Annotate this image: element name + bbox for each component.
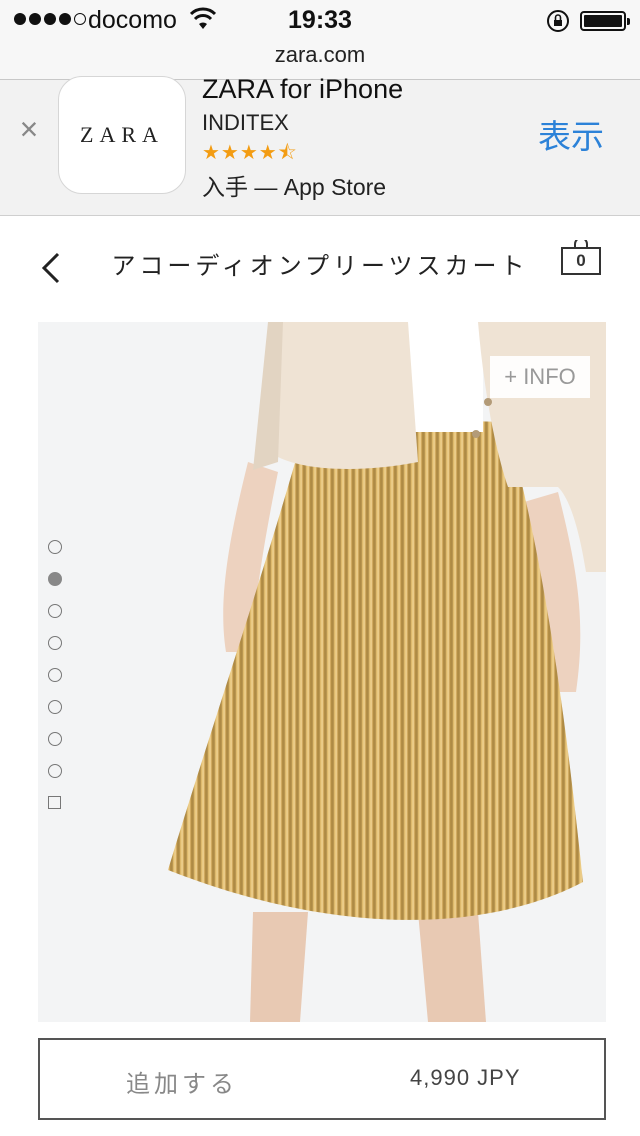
smart-app-banner: × ZARA ZARA for iPhone INDITEX ★★★★⯪ 入手 …	[0, 74, 640, 216]
page-title: アコーディオンプリーツスカート	[111, 253, 529, 280]
pager-dot[interactable]	[48, 668, 62, 682]
product-image[interactable]	[38, 322, 606, 1022]
star-rating-icon: ★★★★⯪	[202, 142, 298, 164]
add-label: 追加する	[126, 1071, 238, 1098]
view-button[interactable]: 表示	[538, 110, 604, 158]
pager-dot[interactable]	[48, 540, 62, 554]
product-photo	[168, 322, 606, 1022]
url-text[interactable]: zara.com	[275, 42, 365, 67]
close-icon[interactable]: ×	[14, 113, 44, 145]
pager-dot[interactable]	[48, 700, 62, 714]
app-icon[interactable]: ZARA	[58, 76, 186, 194]
status-bar: docomo 19:33	[0, 0, 640, 40]
rotation-lock-icon	[547, 10, 569, 32]
battery-icon	[580, 11, 630, 31]
pager-dot[interactable]	[48, 732, 62, 746]
clock: 19:33	[288, 6, 352, 34]
nav-bar: アコーディオンプリーツスカート 0	[0, 216, 640, 316]
pager-dot[interactable]	[48, 636, 62, 650]
app-publisher: INDITEX	[202, 110, 289, 135]
add-to-cart-button[interactable]: 追加する 4,990 JPY	[38, 1038, 606, 1120]
pager-square[interactable]	[48, 796, 61, 809]
bag-count: 0	[576, 251, 586, 270]
pager-dot[interactable]	[48, 764, 62, 778]
info-button[interactable]: + INFO	[490, 356, 590, 398]
shopping-bag-button[interactable]: 0	[560, 240, 602, 276]
image-pager	[48, 540, 64, 809]
pager-dot-active[interactable]	[48, 572, 62, 586]
app-name: ZARA for iPhone	[202, 74, 404, 104]
app-store-line: 入手 — App Store	[202, 174, 387, 200]
price: 4,990 JPY	[410, 1065, 521, 1090]
zara-logo: ZARA	[80, 122, 164, 147]
pager-dot[interactable]	[48, 604, 62, 618]
